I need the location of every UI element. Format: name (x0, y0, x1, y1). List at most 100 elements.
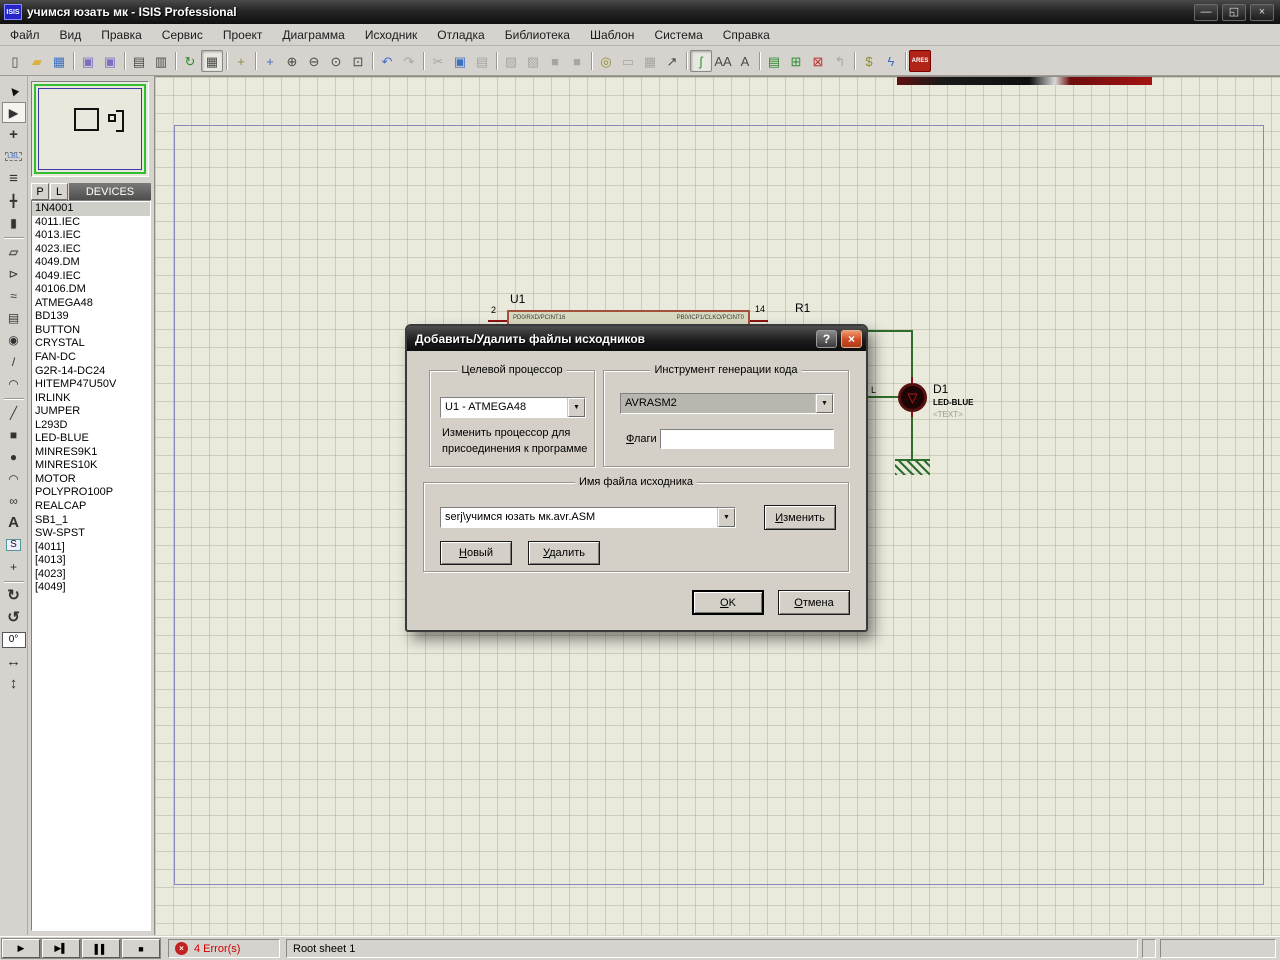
print-icon[interactable]: ▤ (128, 50, 150, 72)
2d-circle-icon[interactable]: ● (2, 446, 26, 467)
device-item[interactable]: ATMEGA48 (32, 297, 150, 311)
ok-button[interactable]: OK (692, 590, 764, 615)
device-item[interactable]: LED-BLUE (32, 432, 150, 446)
2d-box-icon[interactable]: ■ (2, 424, 26, 445)
device-item[interactable]: [4011] (32, 541, 150, 555)
import-section-icon[interactable]: ▣ (77, 50, 99, 72)
electrical-rule-check-icon[interactable]: ϟ (880, 50, 902, 72)
export-section-icon[interactable]: ▣ (99, 50, 121, 72)
target-processor-combo[interactable]: U1 - ATMEGA48 ▼ (440, 397, 586, 418)
menu-item[interactable]: Справка (713, 28, 780, 42)
menu-item[interactable]: Система (644, 28, 712, 42)
false-origin-icon[interactable]: + (230, 50, 252, 72)
toggle-grid-icon[interactable]: ▦ (201, 50, 223, 72)
flip-horizontal-icon[interactable]: ↔ (2, 651, 26, 672)
generator-icon[interactable]: ◉ (2, 329, 26, 350)
cancel-button[interactable]: Отмена (778, 590, 850, 615)
change-button[interactable]: Изменить (764, 505, 836, 530)
device-item[interactable]: 4023.IEC (32, 243, 150, 257)
selection-mode-icon[interactable]: ▲ (2, 80, 26, 101)
device-item[interactable]: G2R-14-DC24 (32, 365, 150, 379)
step-button[interactable]: ▶▌ (42, 939, 80, 958)
device-item[interactable]: 1N4001 (32, 202, 150, 216)
device-pin-icon[interactable]: ⊳ (2, 263, 26, 284)
undo-icon[interactable]: ↶ (376, 50, 398, 72)
device-item[interactable]: 40106.DM (32, 283, 150, 297)
menu-item[interactable]: Диаграмма (272, 28, 354, 42)
copy-icon[interactable]: ▣ (449, 50, 471, 72)
graph-mode-icon[interactable]: ≈ (2, 285, 26, 306)
cut-icon[interactable]: ✂ (427, 50, 449, 72)
play-button[interactable]: ▶ (2, 939, 40, 958)
device-item[interactable]: BD139 (32, 310, 150, 324)
device-item[interactable]: IRLINK (32, 392, 150, 406)
open-folder-icon[interactable]: ▰ (26, 50, 48, 72)
menu-item[interactable]: Правка (91, 28, 152, 42)
device-item[interactable]: MINRES9K1 (32, 446, 150, 460)
led-d1[interactable]: ▽ (898, 383, 927, 412)
device-item[interactable]: 4049.DM (32, 256, 150, 270)
device-item[interactable]: MINRES10K (32, 459, 150, 473)
block-copy-icon[interactable]: ▧ (500, 50, 522, 72)
decompose-icon[interactable]: ↗ (661, 50, 683, 72)
dialog-title-bar[interactable]: Добавить/Удалить файлы исходников ? × (407, 326, 866, 351)
wire-autorouter-icon[interactable]: ʃ (690, 50, 712, 72)
device-list[interactable]: 1N40014011.IEC4013.IEC4023.IEC4049.DM404… (31, 200, 151, 931)
device-item[interactable]: [4023] (32, 568, 150, 582)
code-generator-combo[interactable]: AVRASM2 ▼ (620, 393, 834, 414)
restore-button[interactable]: ◱ (1222, 4, 1246, 21)
pick-parts-button[interactable]: P (31, 183, 49, 200)
2d-arc-icon[interactable]: ◠ (2, 468, 26, 489)
goto-sheet-icon[interactable]: ↰ (829, 50, 851, 72)
make-device-icon[interactable]: ▭ (617, 50, 639, 72)
minimize-button[interactable]: — (1194, 4, 1218, 21)
wire-label-icon[interactable]: LBL (2, 146, 26, 167)
device-item[interactable]: MOTOR (32, 473, 150, 487)
remove-sheet-icon[interactable]: ⊠ (807, 50, 829, 72)
device-item[interactable]: SB1_1 (32, 514, 150, 528)
new-button[interactable]: Новый (440, 541, 512, 565)
device-item[interactable]: 4013.IEC (32, 229, 150, 243)
device-item[interactable]: HITEMP47U50V (32, 378, 150, 392)
pause-button[interactable]: ▌▌ (82, 939, 120, 958)
menu-item[interactable]: Исходник (355, 28, 427, 42)
2d-text-icon[interactable]: A (2, 512, 26, 533)
2d-line-icon[interactable]: ╱ (2, 402, 26, 423)
new-file-icon[interactable]: ▯ (4, 50, 26, 72)
current-probe-icon[interactable]: ◠ (2, 373, 26, 394)
zoom-out-icon[interactable]: ⊖ (303, 50, 325, 72)
zoom-in-icon[interactable]: ⊕ (281, 50, 303, 72)
pan-icon[interactable]: + (259, 50, 281, 72)
rotate-cw-icon[interactable]: ↻ (2, 585, 26, 606)
device-item[interactable]: REALCAP (32, 500, 150, 514)
menu-item[interactable]: Сервис (152, 28, 213, 42)
source-filename-combo[interactable]: serj\учимся юзать мк.avr.ASM ▼ (440, 507, 736, 528)
close-button[interactable]: × (1250, 4, 1274, 21)
menu-item[interactable]: Файл (0, 28, 50, 42)
dialog-close-button[interactable]: × (841, 330, 862, 348)
bus-icon[interactable]: ╋ (2, 190, 26, 211)
paste-icon[interactable]: ▤ (471, 50, 493, 72)
flip-vertical-icon[interactable]: ↕ (2, 673, 26, 694)
subcircuit-icon[interactable]: ▮ (2, 212, 26, 233)
library-button[interactable]: L (50, 183, 68, 200)
new-sheet-icon[interactable]: ⊞ (785, 50, 807, 72)
menu-item[interactable]: Шаблон (580, 28, 644, 42)
menu-item[interactable]: Библиотека (495, 28, 580, 42)
flags-input[interactable] (660, 429, 834, 449)
bill-of-materials-icon[interactable]: $ (858, 50, 880, 72)
device-item[interactable]: [4013] (32, 554, 150, 568)
terminal-icon[interactable]: ▱ (2, 241, 26, 262)
netlist-to-ares-icon[interactable]: ARES (909, 50, 931, 72)
device-item[interactable]: 4049.IEC (32, 270, 150, 284)
device-item[interactable]: BUTTON (32, 324, 150, 338)
zoom-all-icon[interactable]: ⊙ (325, 50, 347, 72)
2d-symbol-icon[interactable]: S (2, 534, 26, 555)
angle-display[interactable]: 0° (2, 632, 26, 648)
property-assignment-icon[interactable]: A (734, 50, 756, 72)
menu-item[interactable]: Отладка (427, 28, 494, 42)
device-item[interactable]: FAN-DC (32, 351, 150, 365)
zoom-area-icon[interactable]: ⊡ (347, 50, 369, 72)
design-explorer-icon[interactable]: ▤ (763, 50, 785, 72)
device-item[interactable]: [4049] (32, 581, 150, 595)
